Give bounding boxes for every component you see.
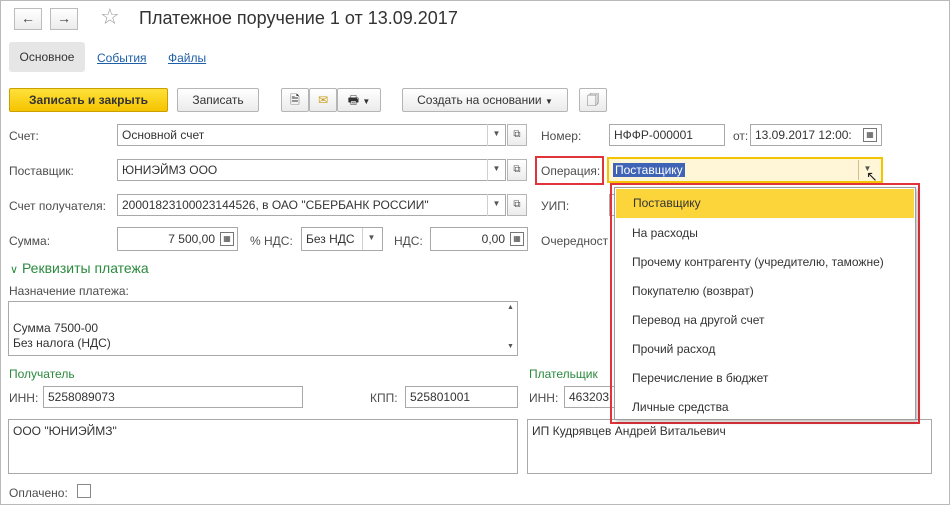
chevron-down-icon: ▼	[362, 97, 371, 106]
document-clock-button[interactable]: 🗎	[281, 88, 309, 112]
chevron-down-icon: ▼	[544, 97, 553, 106]
vat-rate-dropdown-icon[interactable]: ▼	[362, 228, 380, 250]
tab-main[interactable]: Основное	[9, 42, 85, 72]
payer-title: Плательщик	[529, 367, 598, 381]
operation-dropdown-list: Поставщику На расходы Прочему контрагент…	[614, 187, 916, 420]
purpose-label: Назначение платежа:	[9, 284, 129, 298]
favorite-star-icon[interactable]: ☆	[100, 5, 120, 29]
date-label: от:	[733, 129, 749, 143]
scroll-up-icon[interactable]: ▲	[507, 304, 514, 311]
recipient-title: Получатель	[9, 367, 75, 381]
recipient-kpp-label: КПП:	[370, 391, 398, 405]
supplier-field[interactable]: ЮНИЭЙМЗ ООО	[117, 159, 506, 181]
payment-details-title: Реквизиты платежа	[21, 260, 149, 276]
email-button[interactable]: ✉	[309, 88, 337, 112]
operation-label: Операция:	[541, 164, 601, 178]
supplier-dropdown-icon[interactable]: ▼	[487, 159, 505, 181]
open-window-icon: ⧉	[513, 199, 521, 210]
recipient-inn-field[interactable]: 5258089073	[43, 386, 303, 408]
operation-value: Поставщику	[613, 163, 685, 177]
printer-icon: 🖶	[347, 93, 360, 107]
open-window-icon: ⧉	[513, 164, 521, 175]
purpose-textarea[interactable]: Сумма 7500-00 Без налога (НДС)	[8, 301, 518, 356]
supplier-value: ЮНИЭЙМЗ ООО	[122, 163, 218, 177]
recipient-kpp-value: 525801001	[410, 390, 471, 404]
save-button[interactable]: Записать	[177, 88, 259, 112]
print-button[interactable]: 🖶 ▼	[337, 88, 381, 112]
account-label: Счет:	[9, 129, 39, 143]
document-list-icon: 🗍	[587, 93, 599, 107]
recipient-account-label: Счет получателя:	[9, 199, 106, 213]
operation-option-other-expense[interactable]: Прочий расход	[615, 335, 915, 364]
arrow-left-icon: ←	[21, 10, 35, 26]
account-open-button[interactable]: ⧉	[507, 124, 527, 146]
operation-option-other-counterparty[interactable]: Прочему контрагенту (учредителю, таможне…	[615, 248, 915, 277]
account-field[interactable]: Основной счет	[117, 124, 506, 146]
paid-checkbox[interactable]	[77, 484, 91, 498]
envelope-icon: ✉	[317, 93, 329, 107]
recipient-account-open-button[interactable]: ⧉	[507, 194, 527, 216]
recipient-account-dropdown-icon[interactable]: ▼	[487, 194, 505, 216]
scroll-down-icon[interactable]: ▼	[507, 343, 514, 350]
recipient-kpp-field[interactable]: 525801001	[405, 386, 518, 408]
date-value: 13.09.2017 12:00:	[755, 128, 852, 142]
arrow-right-icon: →	[57, 10, 71, 26]
operation-option-supplier[interactable]: Поставщику	[616, 189, 914, 218]
recipient-account-value: 20001823100023144526, в ОАО "СБЕРБАНК РО…	[122, 198, 429, 212]
operation-option-budget[interactable]: Перечисление в бюджет	[615, 364, 915, 393]
uip-label: УИП:	[541, 199, 570, 213]
account-value: Основной счет	[122, 128, 205, 142]
create-based-on-label: Создать на основании	[417, 93, 542, 107]
vat-value: 0,00	[481, 232, 505, 246]
number-value: НФФР-000001	[614, 128, 693, 142]
payer-name-textarea[interactable]: ИП Кудрявцев Андрей Витальевич	[527, 419, 932, 474]
forward-button[interactable]: →	[50, 8, 78, 30]
vat-rate-label: % НДС:	[250, 234, 293, 248]
recipient-inn-label: ИНН:	[9, 391, 39, 405]
number-label: Номер:	[541, 129, 582, 143]
payer-inn-value: 463203	[569, 390, 610, 404]
payment-details-section[interactable]: ∨ Реквизиты платежа	[10, 260, 149, 276]
operation-option-personal-funds[interactable]: Личные средства	[615, 393, 915, 422]
sum-label: Сумма:	[9, 234, 51, 248]
back-button[interactable]: ←	[14, 8, 42, 30]
sum-value: 7 500,00	[168, 232, 215, 246]
operation-option-expenses[interactable]: На расходы	[615, 219, 915, 248]
save-and-close-button[interactable]: Записать и закрыть	[9, 88, 168, 112]
recipient-account-field[interactable]: 20001823100023144526, в ОАО "СБЕРБАНК РО…	[117, 194, 506, 216]
calculator-icon[interactable]: ▦	[220, 232, 234, 246]
recipient-name-textarea[interactable]: ООО "ЮНИЭЙМЗ"	[8, 419, 518, 474]
payer-inn-label: ИНН:	[529, 391, 559, 405]
payer-inn-field[interactable]: 463203	[564, 386, 616, 408]
tab-events[interactable]: События	[97, 51, 147, 65]
document-clock-icon: 🗎	[290, 93, 300, 107]
create-based-on-button[interactable]: Создать на основании ▼	[402, 88, 568, 112]
operation-option-transfer[interactable]: Перевод на другой счет	[615, 306, 915, 335]
report-button[interactable]: 🗍	[579, 88, 607, 112]
page-title: Платежное поручение 1 от 13.09.2017	[139, 8, 458, 28]
supplier-open-button[interactable]: ⧉	[507, 159, 527, 181]
vat-label: НДС:	[394, 234, 423, 248]
paid-label: Оплачено:	[9, 486, 68, 500]
tab-files[interactable]: Файлы	[168, 51, 206, 65]
number-field[interactable]: НФФР-000001	[609, 124, 725, 146]
priority-label: Очередност	[541, 234, 609, 248]
recipient-inn-value: 5258089073	[48, 390, 115, 404]
operation-option-customer-refund[interactable]: Покупателю (возврат)	[615, 277, 915, 306]
supplier-label: Поставщик:	[9, 164, 74, 178]
account-dropdown-icon[interactable]: ▼	[487, 124, 505, 146]
vat-rate-value: Без НДС	[306, 232, 355, 246]
calculator-icon[interactable]: ▦	[510, 232, 524, 246]
open-window-icon: ⧉	[513, 129, 521, 140]
calendar-icon[interactable]: ▦	[863, 128, 877, 142]
operation-select[interactable]: Поставщику	[607, 157, 883, 183]
chevron-down-icon: ∨	[10, 264, 19, 276]
